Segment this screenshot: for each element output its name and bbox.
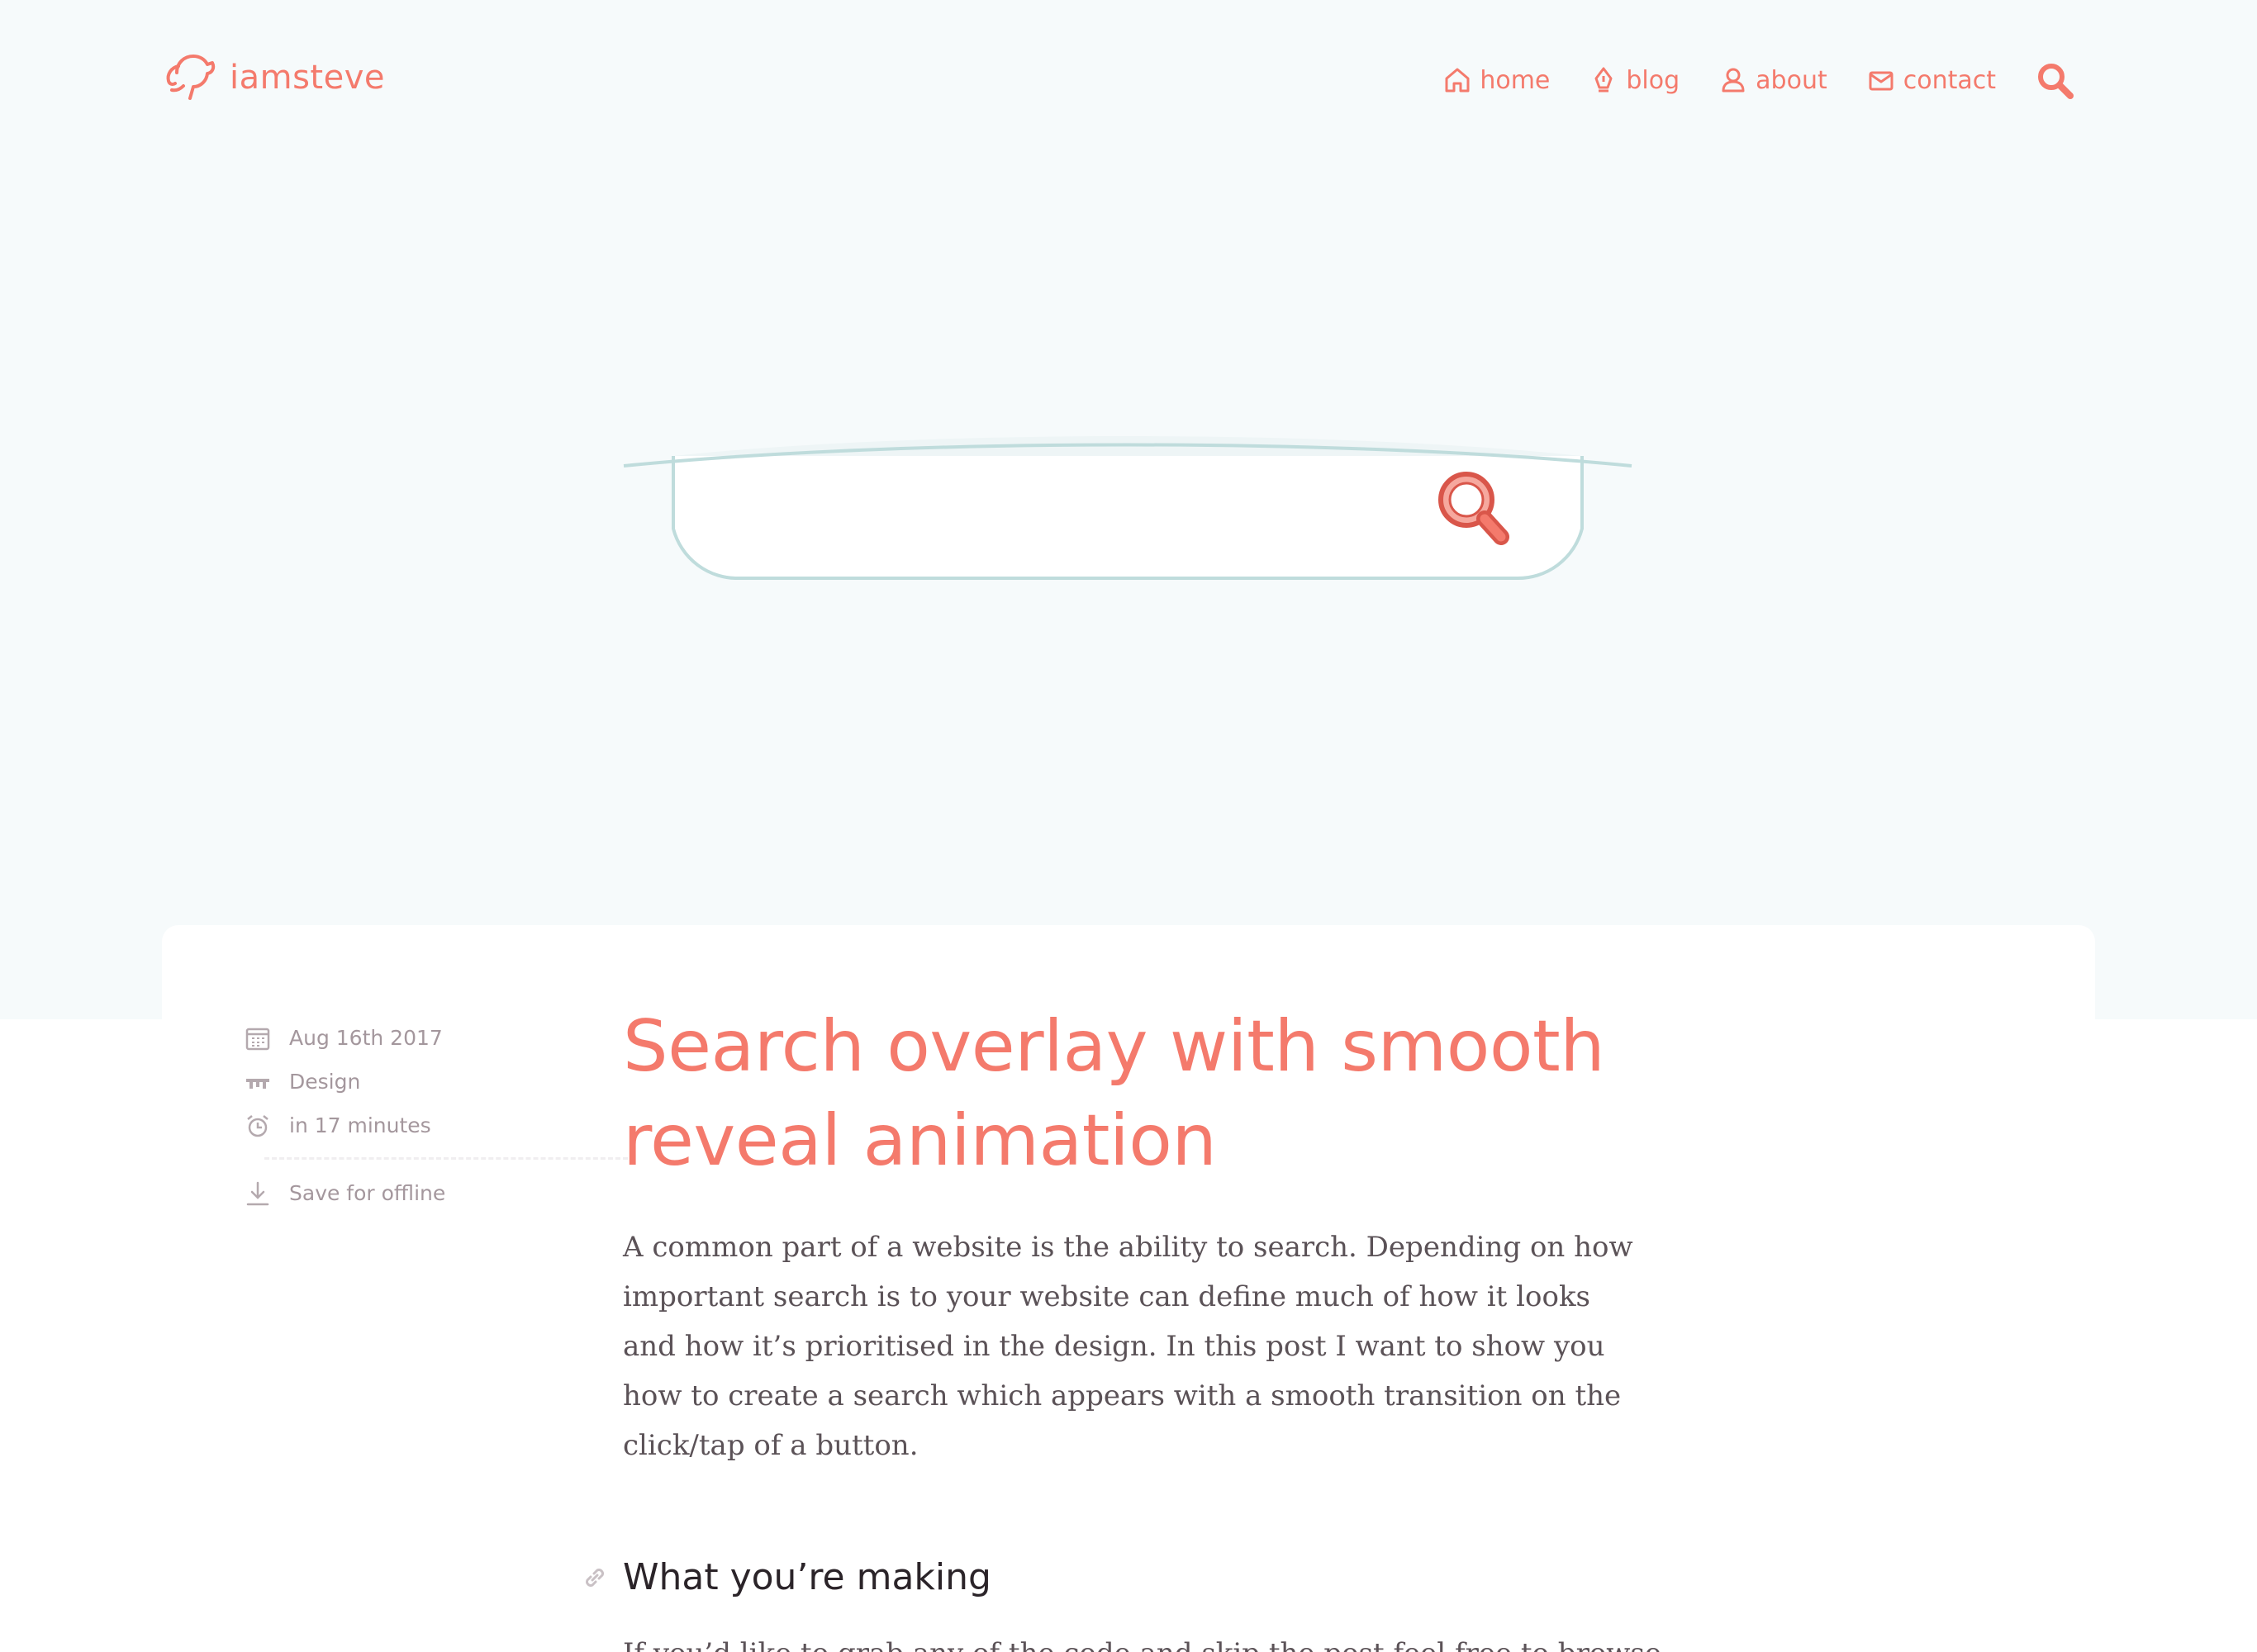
- search-bar-illustration: [623, 436, 1632, 581]
- article-title: Search overlay with smooth reveal animat…: [623, 1005, 1605, 1182]
- logo-text: iamsteve: [230, 59, 386, 97]
- section-heading-text: What you’re making: [623, 1556, 991, 1598]
- nav-item-about[interactable]: about: [1719, 66, 1827, 95]
- post-read-time: in 17 minutes: [245, 1104, 575, 1147]
- section-paragraph: If you’d like to grab any of the code an…: [623, 1629, 1664, 1652]
- category-text: Design: [289, 1070, 361, 1094]
- alarm-clock-icon: [247, 1114, 268, 1137]
- nav-label-blog: blog: [1626, 65, 1680, 95]
- meta-divider: [264, 1157, 628, 1160]
- post-category[interactable]: Design: [245, 1060, 575, 1104]
- article-intro: A common part of a website is the abilit…: [623, 1231, 1633, 1462]
- link-icon[interactable]: [582, 1564, 608, 1591]
- category-icon: [246, 1078, 269, 1089]
- date-text: Aug 16th 2017: [289, 1026, 443, 1050]
- save-offline-label: Save for offline: [289, 1181, 446, 1205]
- nav-label-contact: contact: [1903, 65, 1996, 95]
- nav-label-about: about: [1756, 65, 1827, 95]
- post-date: Aug 16th 2017: [245, 1016, 575, 1060]
- search-icon: [2038, 64, 2074, 99]
- envelope-icon: [1869, 71, 1894, 91]
- dog-head-icon: [166, 55, 216, 100]
- pen-nib-icon: [1594, 67, 1613, 93]
- site-logo[interactable]: iamsteve: [159, 48, 385, 107]
- nav-item-blog[interactable]: blog: [1589, 66, 1680, 95]
- save-offline-button[interactable]: Save for offline: [245, 1171, 575, 1215]
- section-heading: What you’re making: [582, 1556, 991, 1598]
- house-icon: [1445, 68, 1470, 93]
- nav-item-home[interactable]: home: [1443, 66, 1550, 95]
- nav-label-home: home: [1480, 65, 1551, 95]
- download-icon: [246, 1181, 269, 1205]
- header-search-button[interactable]: [2034, 59, 2075, 101]
- nav-item-contact[interactable]: contact: [1867, 66, 1996, 95]
- read-time-text: in 17 minutes: [289, 1113, 431, 1137]
- person-icon: [1722, 68, 1745, 93]
- main-nav: home blog about contact: [1404, 59, 2075, 101]
- calendar-icon: [245, 1028, 270, 1050]
- post-meta: Aug 16th 2017 Design in 17 minutes Save …: [245, 1016, 628, 1215]
